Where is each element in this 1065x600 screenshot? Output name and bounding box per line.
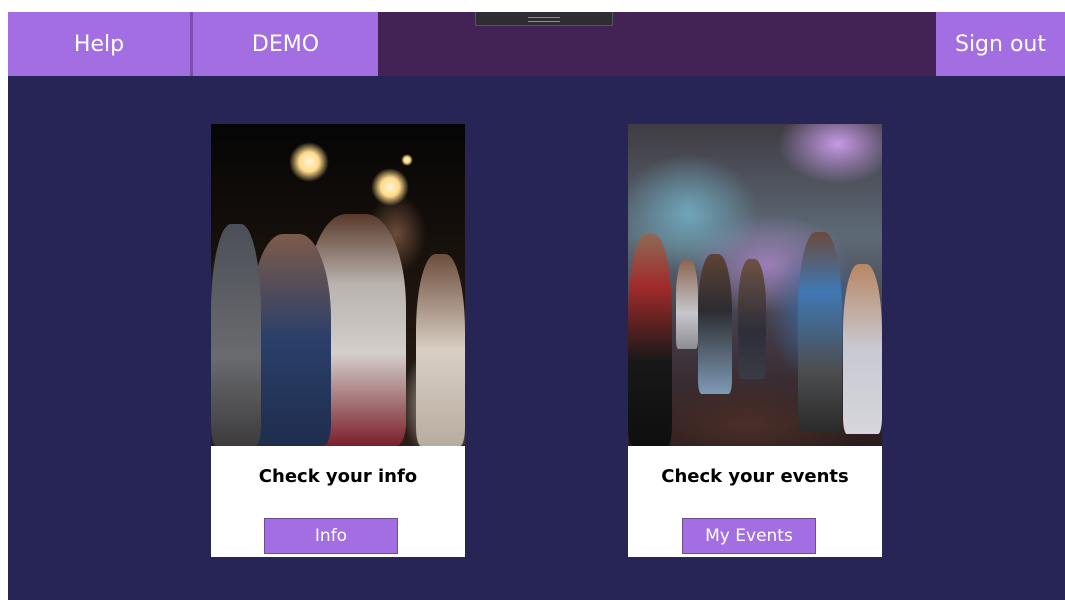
- grip-icon: [528, 17, 560, 22]
- guest-silhouette: [251, 234, 331, 446]
- dancer-silhouette: [628, 234, 672, 446]
- guest-silhouette: [211, 224, 261, 446]
- sign-out-button[interactable]: Sign out: [936, 12, 1065, 76]
- dance-floor-photo: [628, 124, 882, 446]
- dancer-silhouette: [676, 259, 698, 349]
- sparkler-light: [371, 168, 409, 206]
- dancer-silhouette: [798, 232, 842, 432]
- dancer-silhouette: [738, 259, 766, 379]
- info-button[interactable]: Info: [264, 518, 398, 554]
- dancer-silhouette: [698, 254, 732, 394]
- info-card: Check your info Info: [211, 124, 465, 557]
- guest-silhouette: [416, 254, 465, 446]
- help-button[interactable]: Help: [8, 12, 190, 76]
- events-card-title: Check your events: [661, 466, 849, 487]
- my-events-button[interactable]: My Events: [682, 518, 816, 554]
- app-window: Help DEMO Sign out Check your info Info: [8, 12, 1065, 600]
- dancer-silhouette: [843, 264, 882, 434]
- window-drag-handle[interactable]: [475, 12, 613, 26]
- demo-button[interactable]: DEMO: [193, 12, 378, 76]
- events-card: Check your events My Events: [628, 124, 882, 557]
- sparkler-light: [289, 142, 329, 182]
- sparkler-light: [401, 154, 413, 166]
- info-card-title: Check your info: [258, 466, 418, 487]
- party-sparklers-photo: [211, 124, 465, 446]
